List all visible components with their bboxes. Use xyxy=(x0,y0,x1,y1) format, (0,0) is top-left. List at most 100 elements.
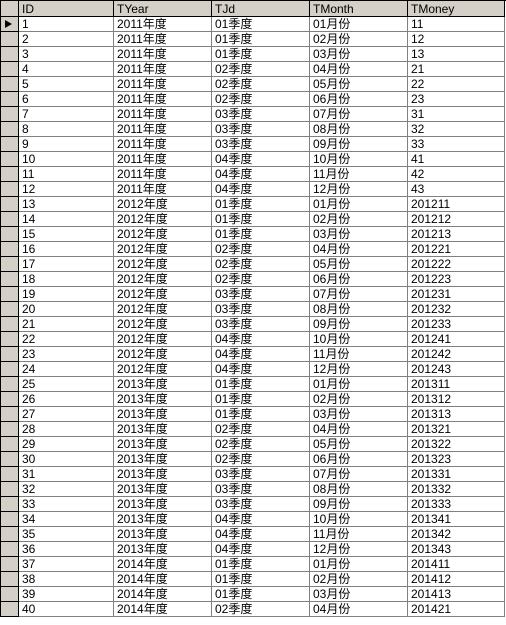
cell-tyear[interactable]: 2014年度 xyxy=(114,557,212,572)
cell-tmoney[interactable]: 201231 xyxy=(408,287,505,302)
cell-tmonth[interactable]: 09月份 xyxy=(310,317,408,332)
cell-tjd[interactable]: 01季度 xyxy=(212,392,310,407)
cell-id[interactable]: 19 xyxy=(19,287,114,302)
cell-tmoney[interactable]: 11 xyxy=(408,17,505,32)
cell-tmoney[interactable]: 23 xyxy=(408,92,505,107)
cell-tmoney[interactable]: 201331 xyxy=(408,467,505,482)
cell-tjd[interactable]: 01季度 xyxy=(212,407,310,422)
row-selector[interactable] xyxy=(1,242,19,257)
cell-tmonth[interactable]: 11月份 xyxy=(310,527,408,542)
cell-tjd[interactable]: 03季度 xyxy=(212,107,310,122)
row-selector[interactable] xyxy=(1,167,19,182)
cell-id[interactable]: 34 xyxy=(19,512,114,527)
cell-tmonth[interactable]: 04月份 xyxy=(310,422,408,437)
cell-tyear[interactable]: 2012年度 xyxy=(114,362,212,377)
cell-tyear[interactable]: 2012年度 xyxy=(114,242,212,257)
col-header-tmoney[interactable]: TMoney xyxy=(408,1,505,17)
cell-tmoney[interactable]: 201211 xyxy=(408,197,505,212)
cell-id[interactable]: 13 xyxy=(19,197,114,212)
cell-tjd[interactable]: 04季度 xyxy=(212,527,310,542)
cell-tjd[interactable]: 03季度 xyxy=(212,287,310,302)
cell-tyear[interactable]: 2012年度 xyxy=(114,257,212,272)
cell-tjd[interactable]: 02季度 xyxy=(212,77,310,92)
cell-tyear[interactable]: 2011年度 xyxy=(114,77,212,92)
cell-tmonth[interactable]: 04月份 xyxy=(310,602,408,617)
cell-tyear[interactable]: 2013年度 xyxy=(114,527,212,542)
cell-tyear[interactable]: 2012年度 xyxy=(114,302,212,317)
cell-id[interactable]: 3 xyxy=(19,47,114,62)
cell-tmonth[interactable]: 06月份 xyxy=(310,92,408,107)
cell-tjd[interactable]: 01季度 xyxy=(212,227,310,242)
cell-tmoney[interactable]: 201412 xyxy=(408,572,505,587)
cell-tmoney[interactable]: 201221 xyxy=(408,242,505,257)
cell-tjd[interactable]: 04季度 xyxy=(212,332,310,347)
col-header-tjd[interactable]: TJd xyxy=(212,1,310,17)
col-header-tmonth[interactable]: TMonth xyxy=(310,1,408,17)
row-selector[interactable] xyxy=(1,362,19,377)
cell-tmonth[interactable]: 02月份 xyxy=(310,212,408,227)
row-selector[interactable] xyxy=(1,542,19,557)
cell-tmoney[interactable]: 201222 xyxy=(408,257,505,272)
row-selector-header[interactable] xyxy=(1,1,19,17)
cell-tmonth[interactable]: 10月份 xyxy=(310,152,408,167)
cell-tyear[interactable]: 2013年度 xyxy=(114,497,212,512)
cell-tjd[interactable]: 04季度 xyxy=(212,362,310,377)
cell-tjd[interactable]: 04季度 xyxy=(212,167,310,182)
cell-tyear[interactable]: 2011年度 xyxy=(114,32,212,47)
row-selector[interactable] xyxy=(1,62,19,77)
cell-tjd[interactable]: 01季度 xyxy=(212,377,310,392)
cell-tyear[interactable]: 2013年度 xyxy=(114,482,212,497)
cell-tjd[interactable]: 01季度 xyxy=(212,47,310,62)
cell-tmoney[interactable]: 201333 xyxy=(408,497,505,512)
row-selector[interactable] xyxy=(1,332,19,347)
cell-id[interactable]: 23 xyxy=(19,347,114,362)
cell-id[interactable]: 17 xyxy=(19,257,114,272)
cell-tyear[interactable]: 2013年度 xyxy=(114,452,212,467)
row-selector[interactable] xyxy=(1,317,19,332)
cell-id[interactable]: 36 xyxy=(19,542,114,557)
cell-id[interactable]: 21 xyxy=(19,317,114,332)
cell-tjd[interactable]: 02季度 xyxy=(212,272,310,287)
cell-tmonth[interactable]: 06月份 xyxy=(310,452,408,467)
row-selector[interactable] xyxy=(1,92,19,107)
cell-tjd[interactable]: 01季度 xyxy=(212,587,310,602)
cell-tjd[interactable]: 01季度 xyxy=(212,557,310,572)
cell-id[interactable]: 33 xyxy=(19,497,114,512)
cell-tyear[interactable]: 2012年度 xyxy=(114,347,212,362)
row-selector[interactable] xyxy=(1,197,19,212)
cell-tjd[interactable]: 01季度 xyxy=(212,572,310,587)
cell-tmoney[interactable]: 31 xyxy=(408,107,505,122)
cell-tyear[interactable]: 2011年度 xyxy=(114,152,212,167)
cell-tjd[interactable]: 02季度 xyxy=(212,92,310,107)
cell-tjd[interactable]: 03季度 xyxy=(212,482,310,497)
cell-tmonth[interactable]: 05月份 xyxy=(310,437,408,452)
cell-tmoney[interactable]: 201311 xyxy=(408,377,505,392)
cell-tjd[interactable]: 03季度 xyxy=(212,317,310,332)
cell-id[interactable]: 27 xyxy=(19,407,114,422)
row-selector[interactable] xyxy=(1,212,19,227)
cell-id[interactable]: 24 xyxy=(19,362,114,377)
cell-tyear[interactable]: 2013年度 xyxy=(114,422,212,437)
cell-tmonth[interactable]: 08月份 xyxy=(310,302,408,317)
cell-tjd[interactable]: 04季度 xyxy=(212,347,310,362)
cell-tyear[interactable]: 2011年度 xyxy=(114,17,212,32)
cell-tyear[interactable]: 2012年度 xyxy=(114,197,212,212)
cell-tjd[interactable]: 01季度 xyxy=(212,212,310,227)
cell-tmonth[interactable]: 01月份 xyxy=(310,197,408,212)
cell-tmoney[interactable]: 201241 xyxy=(408,332,505,347)
cell-id[interactable]: 28 xyxy=(19,422,114,437)
cell-tmonth[interactable]: 08月份 xyxy=(310,122,408,137)
cell-tmonth[interactable]: 08月份 xyxy=(310,482,408,497)
col-header-id[interactable]: ID xyxy=(19,1,114,17)
cell-tmonth[interactable]: 03月份 xyxy=(310,407,408,422)
current-row-indicator-icon[interactable] xyxy=(1,17,19,32)
cell-tmonth[interactable]: 09月份 xyxy=(310,497,408,512)
cell-tjd[interactable]: 03季度 xyxy=(212,137,310,152)
row-selector[interactable] xyxy=(1,377,19,392)
cell-tmoney[interactable]: 201233 xyxy=(408,317,505,332)
cell-tmonth[interactable]: 02月份 xyxy=(310,32,408,47)
cell-tmoney[interactable]: 201332 xyxy=(408,482,505,497)
row-selector[interactable] xyxy=(1,272,19,287)
cell-id[interactable]: 10 xyxy=(19,152,114,167)
cell-tmonth[interactable]: 03月份 xyxy=(310,47,408,62)
